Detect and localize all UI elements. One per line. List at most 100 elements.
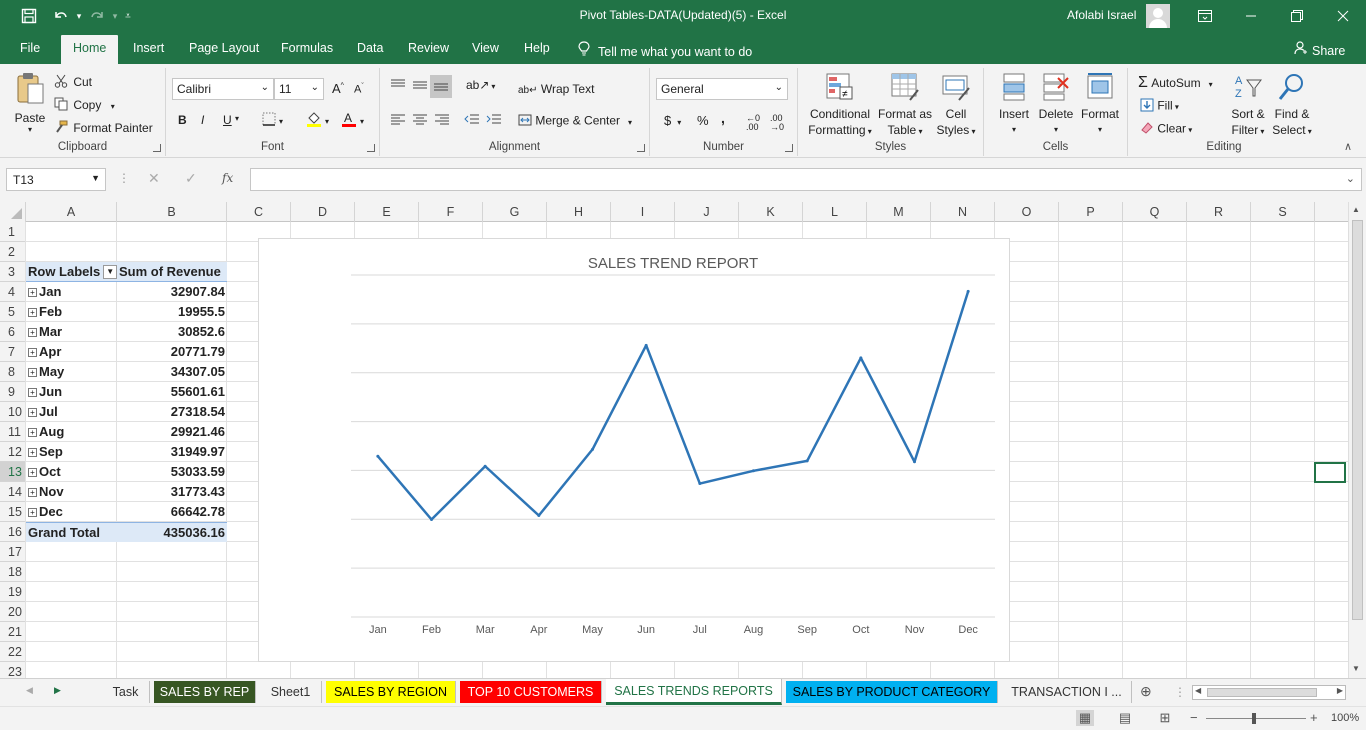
pivot-row-label[interactable]: + Dec — [26, 502, 118, 522]
column-header-f[interactable]: F — [419, 202, 483, 222]
pivot-row-value[interactable]: 34307.05 — [117, 362, 227, 382]
row-header-3[interactable]: 3 — [0, 262, 26, 282]
decrease-decimal-button[interactable]: .00 →0 — [770, 114, 784, 132]
tab-insert[interactable]: Insert — [133, 41, 164, 55]
clipboard-launcher-icon[interactable] — [153, 144, 161, 152]
row-header-23[interactable]: 23 — [0, 662, 26, 678]
restore-icon[interactable] — [1274, 0, 1320, 32]
normal-view-icon[interactable]: ▦ — [1076, 710, 1094, 726]
close-icon[interactable] — [1320, 0, 1366, 32]
row-header-6[interactable]: 6 — [0, 322, 26, 342]
worksheet-grid[interactable]: ABCDEFGHIJKLMNOPQRS 1 2 3 4 5 6 7 8 9 10 11 12 13 14 1… — [0, 202, 1366, 678]
pivot-row-value[interactable]: 66642.78 — [117, 502, 227, 522]
row-header-21[interactable]: 21 — [0, 622, 26, 642]
expand-icon[interactable]: + — [28, 428, 37, 438]
expand-icon[interactable]: + — [28, 488, 37, 498]
pivot-row-label[interactable]: + May — [26, 362, 118, 382]
tell-me-search[interactable]: Tell me what you want to do — [578, 41, 752, 59]
pivot-row-label[interactable]: + Mar — [26, 322, 118, 342]
sheet-tab[interactable]: SALES BY REP — [154, 681, 256, 703]
share-button[interactable]: Share — [1294, 41, 1345, 58]
scroll-right-icon[interactable]: ▶ — [1337, 686, 1343, 695]
vertical-scroll-thumb[interactable] — [1352, 220, 1363, 620]
align-right-button[interactable] — [434, 113, 450, 130]
column-header-g[interactable]: G — [483, 202, 547, 222]
formula-input[interactable]: ⌄ — [250, 168, 1362, 191]
row-header-22[interactable]: 22 — [0, 642, 26, 662]
row-header-4[interactable]: 4 — [0, 282, 26, 302]
zoom-in-icon[interactable]: + — [1310, 710, 1318, 725]
paste-button[interactable]: Paste ▾ — [10, 72, 50, 134]
pivot-row-label[interactable]: + Jan — [26, 282, 118, 302]
bold-button[interactable]: B — [178, 113, 187, 127]
expand-icon[interactable]: + — [28, 328, 37, 338]
pivot-header-row-labels[interactable]: Row Labels ▼ — [26, 262, 118, 282]
select-all-corner[interactable] — [0, 202, 26, 222]
ribbon-display-options-icon[interactable] — [1182, 0, 1228, 32]
tab-formulas[interactable]: Formulas — [281, 41, 333, 55]
scroll-tabs-left-icon[interactable]: ◀ — [26, 685, 33, 696]
column-header-e[interactable]: E — [355, 202, 419, 222]
font-color-button[interactable]: A ▾ — [341, 111, 364, 130]
scroll-up-icon[interactable]: ▲ — [1352, 205, 1360, 214]
font-launcher-icon[interactable] — [367, 144, 375, 152]
page-layout-view-icon[interactable]: ▤ — [1116, 710, 1134, 726]
insert-cells-button[interactable]: Insert ▾ — [996, 72, 1032, 138]
user-name[interactable]: Afolabi Israel — [1067, 8, 1136, 22]
top-align-button[interactable] — [390, 78, 406, 95]
zoom-slider[interactable] — [1206, 718, 1306, 719]
row-header-11[interactable]: 11 — [0, 422, 26, 442]
scroll-left-icon[interactable]: ◀ — [1195, 686, 1201, 695]
cancel-entry-icon[interactable]: ✕ — [148, 170, 160, 187]
sort-filter-button[interactable]: AZ Sort & Filter ▾ — [1228, 72, 1268, 140]
row-header-17[interactable]: 17 — [0, 542, 26, 562]
column-header-p[interactable]: P — [1059, 202, 1123, 222]
pivot-row-value[interactable]: 55601.61 — [117, 382, 227, 402]
borders-button[interactable]: ▾ — [262, 112, 283, 129]
cell-styles-button[interactable]: Cell Styles ▾ — [936, 72, 976, 140]
expand-icon[interactable]: + — [28, 468, 37, 478]
row-header-14[interactable]: 14 — [0, 482, 26, 502]
expand-icon[interactable]: + — [28, 508, 37, 518]
pivot-row-label[interactable]: + Aug — [26, 422, 118, 442]
vertical-scrollbar[interactable]: ▲ ▼ — [1348, 202, 1366, 678]
number-format-select[interactable]: General ⌄ — [656, 78, 788, 100]
row-header-16[interactable]: 16 — [0, 522, 26, 542]
alignment-launcher-icon[interactable] — [637, 144, 645, 152]
delete-cells-button[interactable]: Delete ▾ — [1038, 72, 1074, 138]
pivot-row-label[interactable]: + Jul — [26, 402, 118, 422]
format-painter-button[interactable]: Format Painter — [54, 120, 153, 137]
zoom-slider-thumb[interactable] — [1252, 713, 1256, 724]
format-as-table-button[interactable]: Format as Table ▾ — [878, 72, 932, 140]
row-header-19[interactable]: 19 — [0, 582, 26, 602]
expand-icon[interactable]: + — [28, 308, 37, 318]
tab-help[interactable]: Help — [524, 41, 550, 55]
expand-icon[interactable]: + — [28, 288, 37, 298]
sheet-tab[interactable]: TRANSACTION I ... — [1002, 681, 1132, 703]
pivot-row-value[interactable]: 19955.5 — [117, 302, 227, 322]
row-header-20[interactable]: 20 — [0, 602, 26, 622]
format-cells-button[interactable]: Format ▾ — [1078, 72, 1122, 138]
tab-data[interactable]: Data — [357, 41, 383, 55]
tab-file[interactable]: File — [20, 41, 40, 55]
middle-align-button[interactable] — [412, 78, 428, 95]
tab-view[interactable]: View — [472, 41, 499, 55]
minimize-icon[interactable] — [1228, 0, 1274, 32]
sheet-tab[interactable]: SALES BY REGION — [326, 681, 456, 703]
pivot-row-value[interactable]: 20771.79 — [117, 342, 227, 362]
row-header-2[interactable]: 2 — [0, 242, 26, 262]
cut-button[interactable]: Cut — [54, 74, 92, 91]
expand-icon[interactable]: + — [28, 348, 37, 358]
align-left-button[interactable] — [390, 113, 406, 130]
pivot-row-value[interactable]: 53033.59 — [117, 462, 227, 482]
pivot-row-label[interactable]: + Sep — [26, 442, 118, 462]
filter-dropdown-icon[interactable]: ▼ — [103, 264, 118, 279]
increase-decimal-button[interactable]: ←0.00 — [746, 114, 760, 132]
pivot-row-value[interactable]: 31773.43 — [117, 482, 227, 502]
expand-formula-icon[interactable]: ⌄ — [1346, 172, 1355, 185]
increase-indent-button[interactable] — [486, 113, 502, 130]
sheet-tab[interactable]: TOP 10 CUSTOMERS — [460, 681, 602, 703]
row-header-5[interactable]: 5 — [0, 302, 26, 322]
pivot-row-value[interactable]: 32907.84 — [117, 282, 227, 302]
orientation-button[interactable]: ab↗ ▾ — [466, 78, 495, 92]
